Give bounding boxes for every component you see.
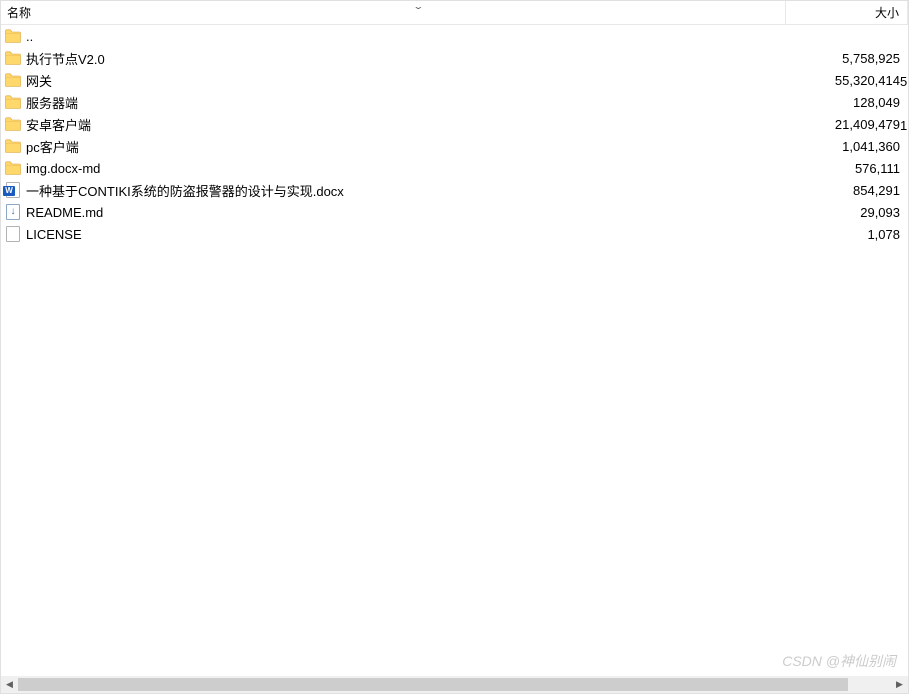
partial-cell [900,92,908,114]
folder-icon [5,160,21,176]
partial-next-column: 51 [900,26,908,246]
sort-indicator-icon: ⌄ [413,2,424,11]
file-size-cell: 29,093 [786,205,908,220]
file-name-cell: 服务器端 [1,93,786,112]
file-list: .. 执行节点V2.0 5,758,925 网关 55,320,414 服务器端 128,0… [1,25,908,245]
column-header-name[interactable]: 名称 [1,1,786,24]
partial-cell [900,180,908,202]
file-name-label: 安卓客户端 [26,115,91,134]
file-name-label: 执行节点V2.0 [26,49,105,68]
chevron-left-icon: ◀ [6,679,13,690]
file-name-label: 服务器端 [26,93,78,112]
file-row[interactable]: 安卓客户端 21,409,479 [1,113,908,135]
file-name-cell: LICENSE [1,226,786,242]
watermark-text: CSDN @神仙别闹 [782,651,896,671]
partial-cell [900,26,908,48]
partial-cell [900,202,908,224]
scroll-thumb[interactable] [18,678,848,691]
partial-cell [900,224,908,246]
file-name-label: img.docx-md [26,161,100,176]
file-name-cell: 安卓客户端 [1,115,786,134]
partial-cell [900,158,908,180]
file-size-label: 128,049 [853,95,900,110]
horizontal-scrollbar[interactable]: ◀ ▶ [1,676,908,693]
file-row[interactable]: .. [1,25,908,47]
file-name-cell: 执行节点V2.0 [1,49,786,68]
folder-icon [5,50,21,66]
file-size-label: 1,078 [867,227,900,242]
scroll-track[interactable] [18,676,891,693]
file-size-cell: 576,111 [786,161,908,176]
file-size-label: 5,758,925 [842,51,900,66]
file-size-cell: 21,409,479 [786,117,908,132]
word-document-icon: W [5,182,21,198]
file-size-label: 576,111 [855,161,900,176]
file-size-label: 1,041,360 [842,139,900,154]
file-size-cell: 128,049 [786,95,908,110]
file-size-label: 55,320,414 [835,73,900,88]
file-name-cell: pc客户端 [1,137,786,156]
folder-icon [5,28,21,44]
file-size-cell: 854,291 [786,183,908,198]
file-row[interactable]: ↓ README.md 29,093 [1,201,908,223]
file-name-cell: .. [1,28,786,44]
file-row[interactable]: 服务器端 128,049 [1,91,908,113]
file-size-cell: 55,320,414 [786,73,908,88]
column-header-name-label: 名称 [7,4,31,21]
markdown-file-icon: ↓ [5,204,21,220]
partial-cell [900,48,908,70]
file-row[interactable]: img.docx-md 576,111 [1,157,908,179]
file-name-label: pc客户端 [26,137,79,156]
file-row[interactable]: pc客户端 1,041,360 [1,135,908,157]
file-size-cell: 1,078 [786,227,908,242]
chevron-right-icon: ▶ [896,679,903,690]
folder-icon [5,72,21,88]
folder-icon [5,138,21,154]
folder-icon [5,116,21,132]
partial-cell [900,136,908,158]
file-name-label: .. [26,29,33,44]
scroll-left-button[interactable]: ◀ [1,676,18,693]
file-row[interactable]: W 一种基于CONTIKI系统的防盗报警器的设计与实现.docx 854,291 [1,179,908,201]
file-name-label: README.md [26,205,103,220]
file-row[interactable]: 执行节点V2.0 5,758,925 [1,47,908,69]
partial-cell: 1 [900,114,908,136]
file-name-cell: ↓ README.md [1,204,786,220]
file-row[interactable]: LICENSE 1,078 [1,223,908,245]
column-header-size[interactable]: 大小 [786,1,908,24]
file-size-label: 854,291 [853,183,900,198]
file-size-cell: 1,041,360 [786,139,908,154]
generic-file-icon [5,226,21,242]
scroll-right-button[interactable]: ▶ [891,676,908,693]
file-name-cell: 网关 [1,71,786,90]
file-size-cell: 5,758,925 [786,51,908,66]
folder-icon [5,94,21,110]
file-row[interactable]: 网关 55,320,414 [1,69,908,91]
file-size-label: 29,093 [860,205,900,220]
column-header-size-label: 大小 [875,4,899,21]
partial-cell: 5 [900,70,908,92]
file-name-label: LICENSE [26,227,82,242]
file-name-cell: img.docx-md [1,160,786,176]
file-name-cell: W 一种基于CONTIKI系统的防盗报警器的设计与实现.docx [1,181,786,200]
file-name-label: 一种基于CONTIKI系统的防盗报警器的设计与实现.docx [26,181,344,200]
file-name-label: 网关 [26,71,52,90]
column-header-row: 名称 ⌄ 大小 [1,1,908,25]
file-size-label: 21,409,479 [835,117,900,132]
